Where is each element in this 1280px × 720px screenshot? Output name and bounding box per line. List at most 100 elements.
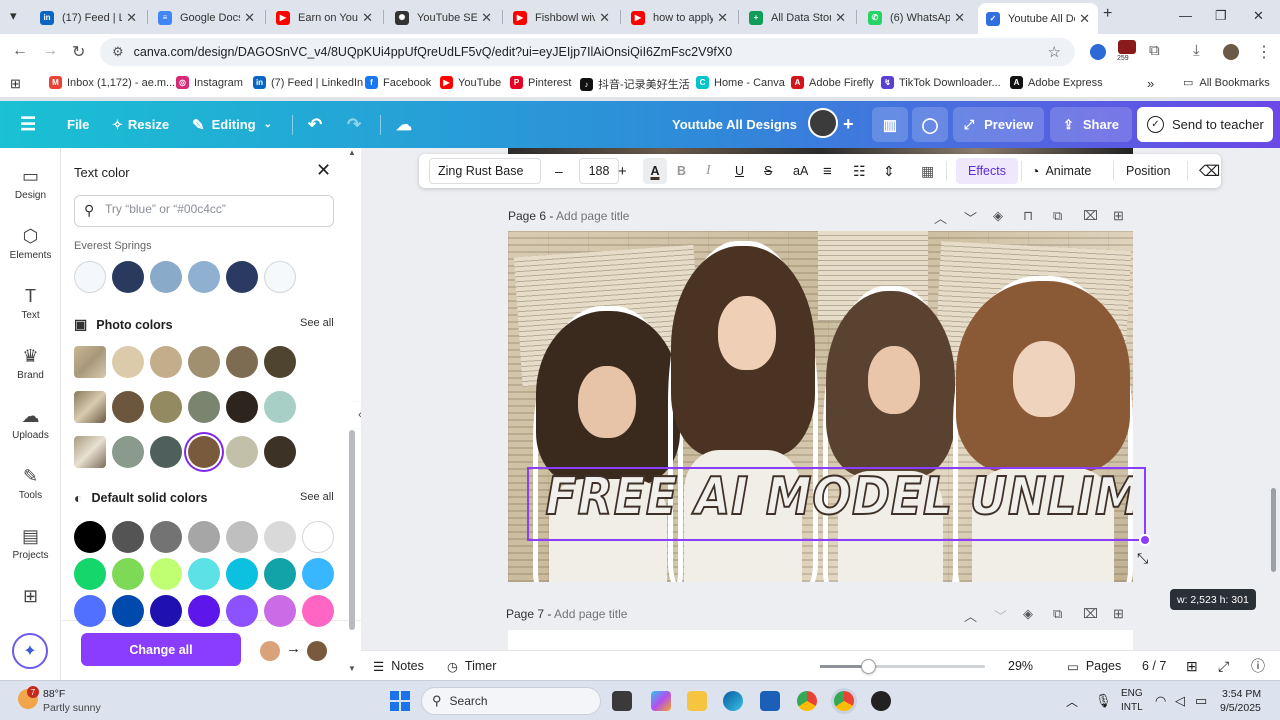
browser-tab[interactable]: ≡ Google Docs ✕ [150,4,263,31]
page-7-add-title[interactable]: Add page title [554,607,627,621]
share-button[interactable]: ⇪ Share [1050,107,1132,142]
task-view-icon[interactable] [612,691,632,711]
bookmark-item[interactable]: in (7) Feed | LinkedIn [253,76,363,89]
color-swatch[interactable] [302,521,334,553]
bookmark-item[interactable]: A Adobe Firefly [791,76,874,89]
bookmark-item[interactable]: A Adobe Express [1010,76,1103,89]
color-search-input[interactable] [105,202,325,216]
add-page-icon[interactable]: ⊞ [1113,606,1124,622]
color-swatch[interactable] [302,558,334,590]
panel-scroll-thumb[interactable] [349,430,355,630]
maximize-icon[interactable]: ❐ [1215,8,1227,24]
bookmark-item[interactable]: ◎ Instagram [176,76,243,89]
extensions-puzzle-icon[interactable]: ⧉ [1149,42,1160,59]
list-icon[interactable]: ☷ [853,154,866,188]
taskbar-search[interactable]: ⚲ Search [421,687,601,715]
page-counter[interactable]: 6 / 7 [1142,651,1166,681]
color-swatch[interactable] [188,261,220,293]
volume-icon[interactable]: ◁ [1175,681,1185,720]
editing-mode-button[interactable]: ✎ Editing ⌄ [192,101,272,148]
redo-icon[interactable]: ↷ [347,101,361,148]
rail-item-projects[interactable]: ▤ Projects [0,526,61,561]
close-tab-icon[interactable]: ✕ [599,10,610,26]
bookmark-star-icon[interactable]: ☆ [1048,43,1061,61]
app-icon[interactable] [871,691,891,711]
spacing-icon[interactable]: ⇕ [883,154,895,188]
insights-chart-icon[interactable]: ▥ [872,107,908,142]
strikethrough-icon[interactable]: S [764,154,772,188]
site-info-icon[interactable]: ⚙ [112,44,124,60]
bookmark-item[interactable]: ↯ TikTok Downloader... [881,76,1001,89]
color-swatch[interactable] [112,558,144,590]
reload-icon[interactable]: ↻ [72,42,85,62]
browser-tab[interactable]: ✺ YouTube SEO✕ [387,4,500,31]
color-swatch[interactable] [112,261,144,293]
browser-tab[interactable]: ✆ (6) WhatsApp✕ [860,4,973,31]
position-button[interactable]: Position [1126,154,1170,188]
file-explorer-icon[interactable] [687,691,707,711]
bookmark-item[interactable]: ▶ YouTube [440,76,501,89]
all-bookmarks[interactable]: ▭ All Bookmarks [1183,76,1270,90]
text-color-icon[interactable]: A [643,158,667,184]
extension-icon[interactable] [1090,44,1106,60]
profile-avatar[interactable] [1223,44,1239,60]
color-swatch[interactable] [188,391,220,423]
bookmark-item[interactable]: f Facebook [365,76,431,89]
page-up-icon[interactable]: ︿ [964,606,977,625]
page-6-add-title[interactable]: Add page title [556,209,629,223]
language-secondary[interactable]: INTL [1121,702,1143,713]
color-swatch[interactable] [150,521,182,553]
rail-item-text[interactable]: T Text [0,286,61,321]
color-swatch[interactable] [264,595,296,627]
file-menu[interactable]: File [67,101,89,148]
hide-page-icon[interactable]: ◈ [1023,606,1033,622]
clock-date[interactable]: 9/5/2025 [1220,702,1261,714]
color-swatch[interactable] [264,558,296,590]
font-size-input[interactable]: 188 [579,158,619,184]
scroll-down-icon[interactable]: ▼ [348,664,356,673]
bookmark-item[interactable]: C Home - Canva [696,76,785,89]
paint-format-icon[interactable]: ⌫ [1199,154,1220,188]
color-swatch[interactable] [112,595,144,627]
new-tab-icon[interactable]: + [1103,5,1112,23]
color-swatch[interactable] [112,521,144,553]
rail-item-elements[interactable]: ⬡ Elements [0,226,61,261]
color-swatch[interactable] [264,346,296,378]
browser-tab[interactable]: in (17) Feed | LinkedIn✕ [32,4,145,31]
zoom-slider-knob[interactable] [860,659,876,674]
color-swatch[interactable] [226,346,258,378]
resize-handle[interactable] [1139,534,1151,546]
color-swatch[interactable] [74,261,106,293]
delete-page-icon[interactable]: ⌧ [1083,606,1098,622]
color-swatch[interactable] [150,391,182,423]
close-tab-icon[interactable]: ✕ [126,10,137,26]
close-tab-icon[interactable]: ✕ [1079,11,1090,27]
more-bookmarks-icon[interactable]: » [1147,76,1154,91]
add-collaborator-icon[interactable]: + [843,101,854,148]
extension-red-icon[interactable] [1118,40,1136,54]
close-tab-icon[interactable]: ✕ [362,10,373,26]
font-family-dropdown[interactable]: Zing Rust Base [429,158,541,184]
fullscreen-icon[interactable]: ⤢ [1218,651,1229,681]
preview-button[interactable]: ⤢ Preview [953,107,1044,142]
photo-thumbnail[interactable] [74,436,106,468]
close-tab-icon[interactable]: ✕ [244,10,255,26]
zoom-level[interactable]: 29% [1008,651,1033,681]
duplicate-page-icon[interactable]: ⧉ [1053,208,1062,224]
bold-icon[interactable]: B [677,154,686,188]
color-swatch[interactable] [150,558,182,590]
color-swatch[interactable] [150,261,182,293]
rail-item-uploads[interactable]: ☁ Uploads [0,406,61,441]
color-swatch[interactable] [112,436,144,468]
color-swatch[interactable] [226,595,258,627]
italic-icon[interactable]: I [706,154,711,188]
selected-color-swatch[interactable] [188,436,220,468]
color-swatch[interactable] [226,261,258,293]
text-selection-box[interactable] [527,467,1151,546]
url-text[interactable]: canva.com/design/DAGOSnVC_v4/8UQpKUi4ppU… [134,45,733,59]
color-swatch[interactable] [302,595,334,627]
tab-search-icon[interactable]: ▾ [10,8,17,24]
edge-icon[interactable] [723,691,743,711]
chrome-icon[interactable] [797,691,817,711]
color-swatch[interactable] [150,346,182,378]
